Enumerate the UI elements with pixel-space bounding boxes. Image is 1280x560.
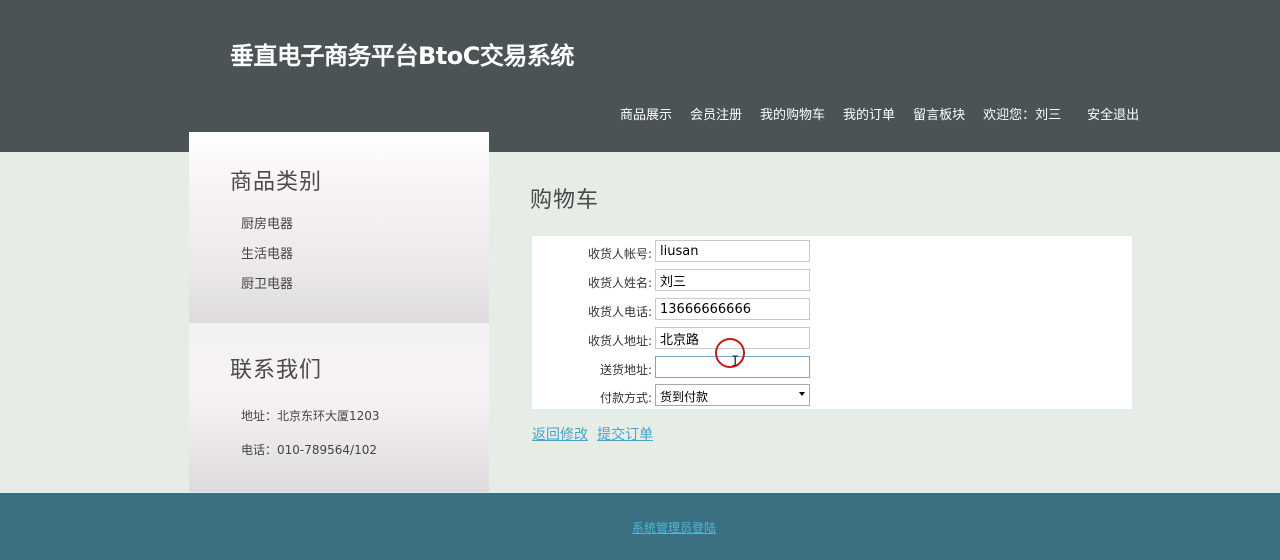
account-input[interactable] bbox=[655, 240, 810, 262]
header: 垂直电子商务平台BtoC交易系统 商品展示 会员注册 我的购物车 我的订单 留言… bbox=[0, 0, 1280, 152]
back-edit-link[interactable]: 返回修改 bbox=[532, 427, 588, 443]
text-cursor-icon: I bbox=[731, 354, 740, 370]
row-address: 收货人地址: bbox=[532, 327, 1132, 351]
name-label: 收货人姓名: bbox=[587, 276, 652, 290]
page-title: 购物车 bbox=[530, 188, 600, 213]
form-actions: 返回修改 提交订单 bbox=[532, 424, 657, 444]
nav-cart[interactable]: 我的购物车 bbox=[760, 104, 825, 124]
phone-input[interactable] bbox=[655, 298, 810, 320]
payment-select[interactable]: 货到付款 bbox=[655, 384, 810, 406]
row-payment: 付款方式: 货到付款 bbox=[532, 384, 1132, 408]
row-delivery: 送货地址: bbox=[532, 356, 1132, 380]
delivery-label: 送货地址: bbox=[599, 363, 652, 377]
contact-box: 联系我们 地址：北京东环大厦1203 电话：010-789564/102 bbox=[189, 323, 489, 492]
logout-link[interactable]: 安全退出 bbox=[1087, 104, 1139, 124]
submit-order-link[interactable]: 提交订单 bbox=[597, 427, 653, 443]
payment-label: 付款方式: bbox=[599, 391, 652, 405]
category-box: 商品类别 厨房电器 生活电器 厨卫电器 bbox=[189, 132, 489, 323]
sidebar: 商品类别 厨房电器 生活电器 厨卫电器 联系我们 地址：北京东环大厦1203 电… bbox=[189, 132, 489, 492]
site-title: 垂直电子商务平台BtoC交易系统 bbox=[230, 42, 574, 70]
category-heading: 商品类别 bbox=[230, 170, 323, 195]
name-input[interactable] bbox=[655, 269, 810, 291]
nav-messages[interactable]: 留言板块 bbox=[913, 104, 965, 124]
category-item[interactable]: 厨房电器 bbox=[241, 218, 293, 248]
address-label: 收货人地址: bbox=[587, 334, 652, 348]
row-name: 收货人姓名: bbox=[532, 269, 1132, 293]
main-nav: 商品展示 会员注册 我的购物车 我的订单 留言板块 欢迎您：刘三 安全退出 bbox=[620, 104, 1139, 124]
admin-login-link[interactable]: 系统管理员登陆 bbox=[632, 519, 716, 536]
payment-selected: 货到付款 bbox=[660, 390, 709, 404]
footer: 系统管理员登陆 bbox=[0, 493, 1280, 560]
category-item[interactable]: 生活电器 bbox=[241, 248, 293, 278]
contact-phone: 电话：010-789564/102 bbox=[241, 443, 377, 457]
nav-products[interactable]: 商品展示 bbox=[620, 104, 672, 124]
account-label: 收货人帐号: bbox=[587, 247, 652, 261]
order-form: 收货人帐号: 收货人姓名: 收货人电话: 收货人地址: 送货地址: 付款方式: … bbox=[532, 236, 1132, 409]
welcome-text: 欢迎您：刘三 bbox=[983, 108, 1062, 123]
phone-label: 收货人电话: bbox=[587, 305, 652, 319]
nav-register[interactable]: 会员注册 bbox=[690, 104, 742, 124]
row-account: 收货人帐号: bbox=[532, 240, 1132, 264]
click-indicator-icon bbox=[715, 338, 745, 368]
category-list: 厨房电器 生活电器 厨卫电器 bbox=[241, 218, 293, 308]
category-item[interactable]: 厨卫电器 bbox=[241, 278, 293, 308]
contact-heading: 联系我们 bbox=[230, 358, 323, 383]
chevron-down-icon bbox=[799, 392, 805, 396]
contact-address: 地址：北京东环大厦1203 bbox=[241, 409, 380, 423]
nav-orders[interactable]: 我的订单 bbox=[843, 104, 895, 124]
row-phone: 收货人电话: bbox=[532, 298, 1132, 322]
